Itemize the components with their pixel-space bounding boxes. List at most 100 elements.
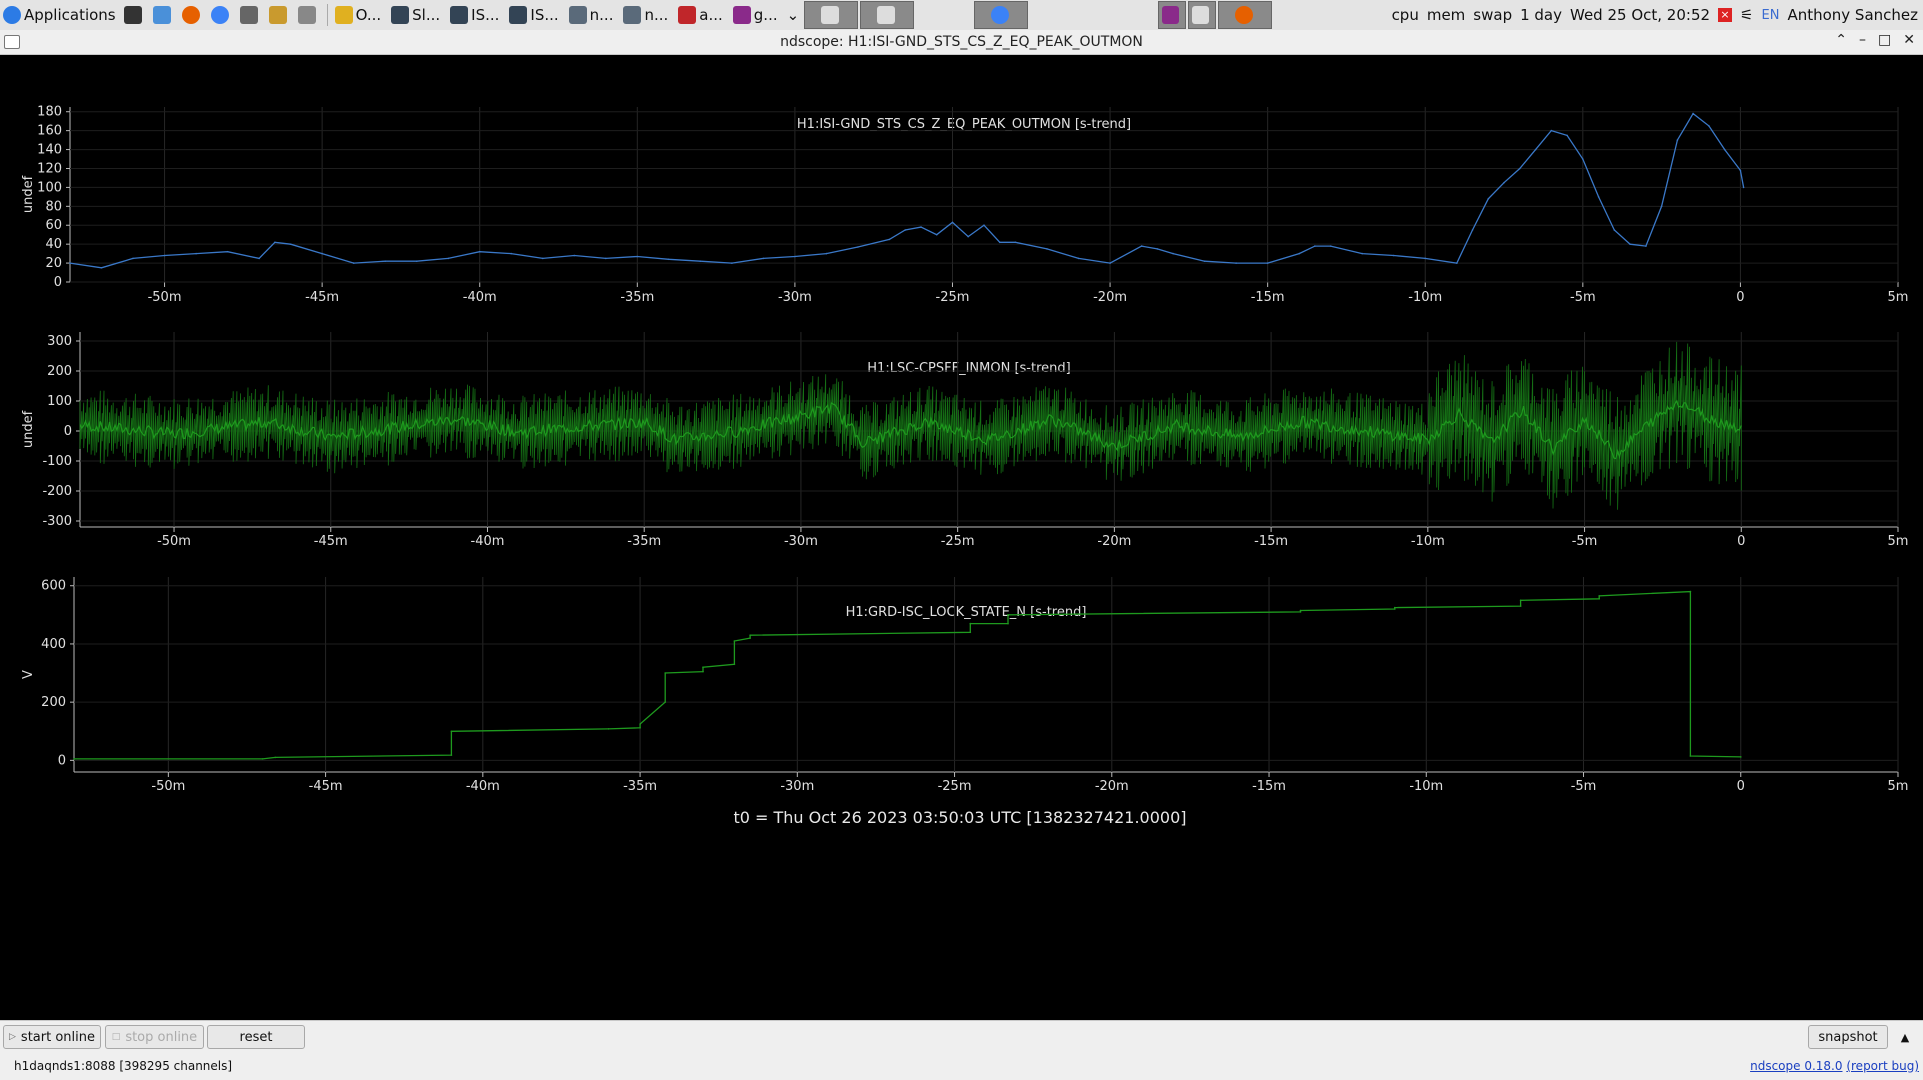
clock[interactable]: Wed 25 Oct, 20:52 (1567, 2, 1713, 28)
task-window-4-label: n... (589, 6, 614, 24)
plot-area[interactable]: H1:ISI-GND_STS_CS_Z_EQ_PEAK_OUTMON [s-tr… (0, 55, 1923, 1020)
report-bug-link[interactable]: (report bug) (1846, 1059, 1919, 1073)
y-tick-label: 200 (47, 364, 72, 379)
stop-online-label: stop online (125, 1029, 198, 1045)
task-window-5[interactable]: n... (619, 1, 672, 29)
task-window-ndscope[interactable] (804, 1, 859, 29)
version-status: ndscope 0.18.0 (report bug) (1750, 1059, 1919, 1073)
data-point (1550, 129, 1553, 132)
start-online-button[interactable]: ▷ start online (3, 1025, 101, 1049)
swap-monitor[interactable]: swap (1470, 2, 1515, 28)
data-point (762, 257, 765, 260)
terminal-launcher[interactable] (121, 2, 148, 28)
data-point (969, 631, 972, 634)
y-axis-label: undef (21, 410, 36, 448)
data-point (1708, 125, 1710, 127)
minimize-button[interactable]: – (1859, 32, 1866, 48)
task-window-ndscope-2[interactable] (860, 1, 915, 29)
data-point (163, 254, 166, 257)
x-tick-label: -45m (309, 779, 343, 794)
user-menu[interactable]: Anthony Sanchez (1784, 2, 1921, 28)
y-tick-label: 100 (47, 394, 72, 409)
task-window-x[interactable] (1158, 1, 1187, 29)
stop-online-button[interactable]: □ stop online (105, 1025, 204, 1049)
task-window-0[interactable]: O... (331, 1, 386, 29)
data-point (1742, 186, 1745, 189)
y-tick-label: 120 (37, 161, 62, 176)
task-window-firefox[interactable] (1218, 1, 1273, 29)
data-point (1172, 252, 1174, 255)
network-tray[interactable]: ⚟ (1737, 2, 1756, 28)
maximize-button[interactable]: □ (1878, 32, 1891, 48)
data-point (1519, 599, 1522, 602)
task-window-3-label: IS... (530, 6, 559, 24)
window-app-icon[interactable] (4, 35, 20, 49)
expand-button[interactable]: ▲ (1892, 1025, 1918, 1049)
data-point (733, 663, 736, 666)
stop-icon: □ (111, 1032, 121, 1042)
task-window-list[interactable] (1188, 1, 1217, 29)
x-tick-label: -10m (1409, 779, 1443, 794)
cpu-monitor[interactable]: cpu (1389, 2, 1422, 28)
plots-svg[interactable]: H1:ISI-GND_STS_CS_Z_EQ_PEAK_OUTMON [s-tr… (0, 55, 1923, 1020)
language-indicator[interactable]: EN (1758, 2, 1782, 28)
x-tick-label: -15m (1251, 290, 1285, 305)
data-point (999, 241, 1001, 244)
cpu-label: cpu (1391, 6, 1419, 24)
close-window-button[interactable]: ✕ (1903, 32, 1915, 48)
firefox-launcher[interactable] (179, 2, 206, 28)
start-online-label: start online (20, 1029, 95, 1045)
plot-title: H1:LSC-CPSFF_INMON [s-trend] (867, 361, 1070, 376)
data-point (749, 637, 751, 639)
app-menu-icon (3, 6, 21, 24)
notes-icon (297, 6, 316, 24)
task-window-1[interactable]: Sl... (387, 1, 444, 29)
share-launcher[interactable] (237, 2, 264, 28)
task-overflow[interactable]: ⌄ (784, 2, 803, 28)
task-window-3[interactable]: IS... (505, 1, 562, 29)
data-point (274, 756, 277, 759)
data-point (132, 257, 134, 260)
data-point (1007, 622, 1009, 625)
applications-menu[interactable]: Applications (0, 2, 119, 28)
system-tray: cpu mem swap 1 day Wed 25 Oct, 20:52 × ⚟… (1389, 0, 1923, 30)
data-point (1007, 614, 1009, 616)
x-tick-label: -50m (151, 779, 185, 794)
plot-grd-lock-state[interactable]: H1:GRD-ISC_LOCK_STATE_N [s-trend] -50m -45… (21, 577, 1908, 794)
data-point (1676, 139, 1679, 141)
editor-icon (334, 6, 353, 24)
reset-button[interactable]: reset (207, 1025, 305, 1049)
files-launcher[interactable] (150, 2, 177, 28)
task-window-4[interactable]: n... (565, 1, 618, 29)
y-tick-label: -200 (42, 484, 72, 499)
data-point (1314, 245, 1316, 247)
close-tray-button[interactable]: × (1715, 2, 1735, 28)
users-launcher[interactable] (266, 2, 293, 28)
window-controls: ⌃ – □ ✕ (1835, 32, 1915, 48)
plot-isi-peak[interactable]: H1:ISI-GND_STS_CS_Z_EQ_PEAK_OUTMON [s-tr… (21, 105, 1908, 305)
x-tick-label: -25m (938, 779, 972, 794)
notes-launcher[interactable] (295, 2, 322, 28)
data-point (352, 262, 355, 264)
data-point (1471, 229, 1474, 231)
version-link[interactable]: ndscope 0.18.0 (1750, 1059, 1842, 1073)
snapshot-button[interactable]: snapshot (1808, 1025, 1888, 1049)
plot-lsc-cpsff[interactable]: H1:LSC-CPSFF_INMON [s-trend] -50m -45m -40m… (21, 332, 1908, 549)
task-window-2[interactable]: IS... (446, 1, 503, 29)
shade-button[interactable]: ⌃ (1835, 32, 1847, 48)
task-window-chromium[interactable] (974, 1, 1029, 29)
x-tick-label: 5m (1888, 534, 1909, 549)
window-icon (1192, 6, 1210, 24)
data-point (1014, 241, 1017, 244)
window-icon (876, 6, 895, 24)
task-window-6[interactable]: a... (674, 1, 727, 29)
data-point (1534, 148, 1537, 151)
mem-monitor[interactable]: mem (1424, 2, 1468, 28)
data-point (1299, 609, 1302, 612)
data-point (1140, 245, 1143, 247)
task-window-7[interactable]: g... (729, 1, 782, 29)
data-point (1394, 608, 1396, 610)
data-point (1519, 605, 1522, 607)
data-point (794, 255, 796, 258)
chromium-launcher[interactable] (208, 2, 235, 28)
